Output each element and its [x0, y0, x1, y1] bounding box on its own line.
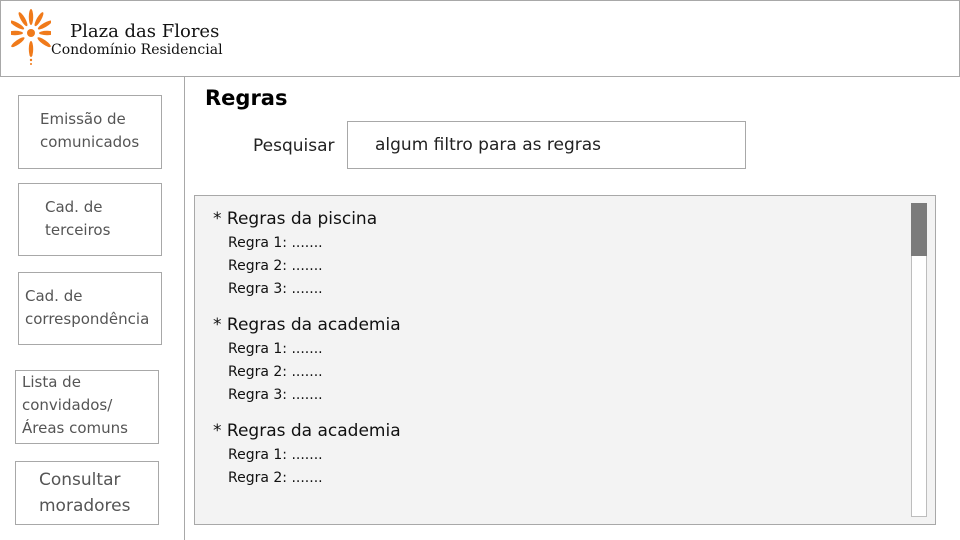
sidebar-item-cad-terceiros[interactable]: Cad. de terceiros [18, 183, 162, 256]
rule-group-title: * Regras da academia [213, 315, 401, 335]
sidebar-item-label: Cad. de correspondência [25, 287, 150, 328]
rule-item: Regra 3: ....... [228, 281, 323, 297]
flower-logo-icon [11, 9, 51, 65]
search-label: Pesquisar [253, 136, 335, 156]
sidebar: Emissão de comunicados Cad. de terceiros… [0, 77, 185, 540]
rule-item: Regra 3: ....... [228, 387, 323, 403]
rule-group: * Regras da academia Regra 1: ....... Re… [213, 418, 903, 490]
rule-item: Regra 1: ....... [228, 235, 323, 251]
rule-item: Regra 2: ....... [228, 258, 323, 274]
page-title: Regras [205, 86, 288, 110]
sidebar-item-label: Consultar moradores [39, 470, 131, 516]
rule-item: Regra 1: ....... [228, 341, 323, 357]
sidebar-item-lista-convidados[interactable]: Lista de convidados/ Áreas comuns [15, 370, 159, 444]
sidebar-item-emissao-comunicados[interactable]: Emissão de comunicados [18, 95, 162, 169]
sidebar-item-cad-correspondencia[interactable]: Cad. de correspondência [18, 272, 162, 345]
rule-item: Regra 1: ....... [228, 447, 323, 463]
rule-item: Regra 2: ....... [228, 364, 323, 380]
brand-subtitle: Condomínio Residencial [51, 42, 223, 58]
rule-group-title: * Regras da piscina [213, 209, 378, 229]
scrollbar-thumb[interactable] [911, 203, 927, 256]
sidebar-item-label: Lista de convidados/ Áreas comuns [22, 373, 128, 437]
rule-group: * Regras da academia Regra 1: ....... Re… [213, 312, 903, 407]
app-header: Plaza das Flores Condomínio Residencial [0, 0, 960, 77]
sidebar-item-label: Cad. de terceiros [45, 198, 111, 239]
sidebar-item-consultar-moradores[interactable]: Consultar moradores [15, 461, 159, 525]
rule-group: * Regras da piscina Regra 1: ....... Reg… [213, 206, 903, 301]
rule-group-title: * Regras da academia [213, 421, 401, 441]
rule-item: Regra 2: ....... [228, 470, 323, 486]
rules-list: * Regras da piscina Regra 1: ....... Reg… [213, 206, 903, 501]
rules-list-panel: * Regras da piscina Regra 1: ....... Reg… [194, 195, 936, 525]
search-input[interactable] [347, 121, 746, 169]
sidebar-item-label: Emissão de comunicados [40, 110, 140, 151]
brand-name: Plaza das Flores [70, 21, 220, 42]
